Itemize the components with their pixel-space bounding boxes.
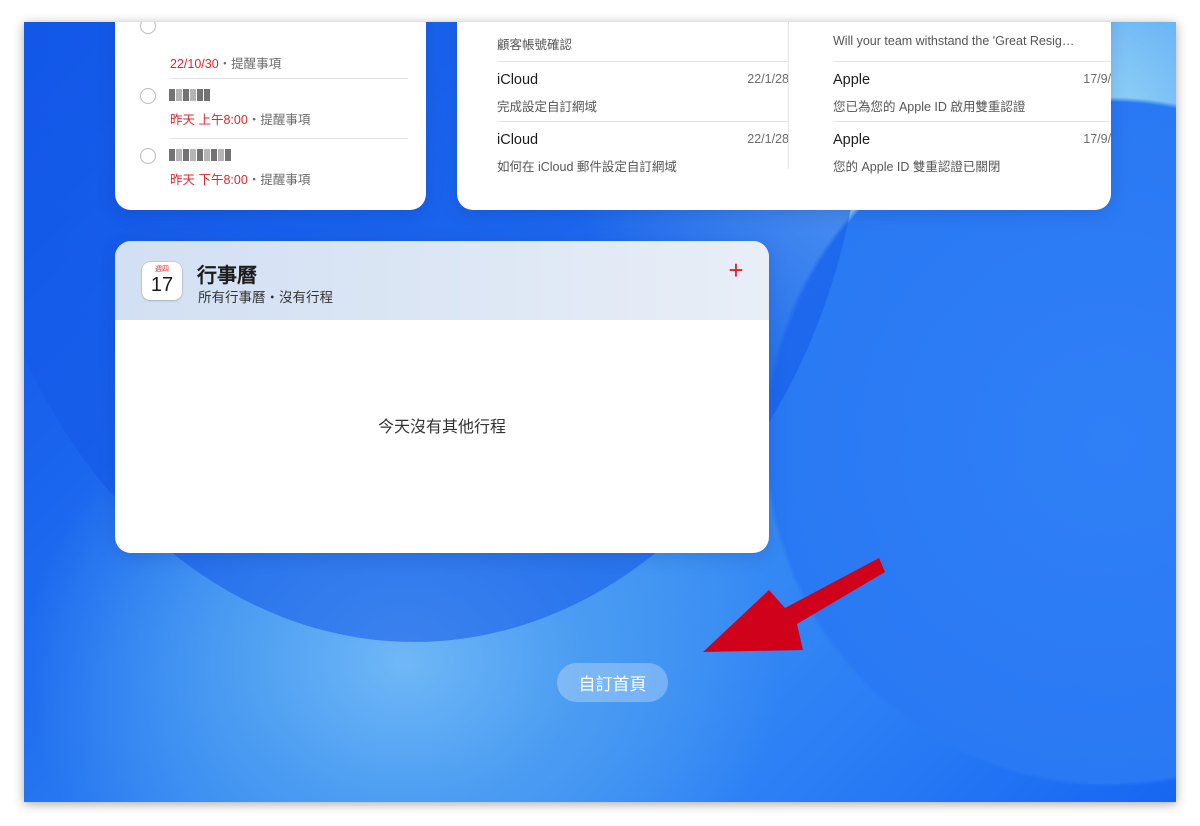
reminder-date: 昨天 上午8:00 — [170, 113, 248, 127]
calendar-app-icon: 週四 17 — [142, 262, 182, 300]
reminders-widget[interactable]: 22/10/30・提醒事項 昨天 上午8:00・提醒事項 昨天 下午8:00・提… — [115, 22, 426, 210]
reminder-meta: 22/10/30・提醒事項 — [170, 53, 281, 72]
reminder-list: ・提醒事項 — [247, 113, 311, 127]
reminder-list: ・提醒事項 — [218, 57, 282, 71]
customize-home-button[interactable]: 自訂首頁 — [557, 663, 668, 702]
mail-subject: 完成設定自訂網域 — [497, 100, 598, 114]
mail-subject[interactable]: Will your team withstand the 'Great Resi… — [833, 34, 1111, 48]
calendar-empty-message: 今天沒有其他行程 — [377, 419, 506, 436]
mail-sender: iCloud — [497, 132, 539, 148]
divider — [833, 61, 1111, 62]
reminder-item[interactable]: 昨天 下午8:00・提醒事項 — [115, 148, 426, 208]
calendar-title: 行事曆 — [197, 265, 257, 287]
reminder-list: ・提醒事項 — [247, 173, 311, 187]
mail-subject[interactable]: 顧客帳號確認 — [497, 34, 789, 53]
calendar-icon-day: 17 — [150, 274, 174, 296]
mail-widget[interactable]: 顧客帳號確認 iCloud 22/1/28 完成設定自訂網域 iCloud 22… — [457, 22, 1111, 210]
reminder-meta: 昨天 上午8:00・提醒事項 — [170, 109, 310, 128]
reminder-checkbox[interactable] — [140, 148, 156, 164]
mail-sender: iCloud — [497, 72, 539, 88]
mail-item[interactable]: iCloud 22/1/28 如何在 iCloud 郵件設定自訂網域 — [497, 123, 789, 181]
mail-date: 22/1/28 — [747, 132, 789, 146]
red-arrow-annotation — [703, 558, 885, 652]
reminder-checkbox[interactable] — [140, 22, 156, 34]
divider — [833, 121, 1111, 122]
reminder-title-redacted — [169, 89, 213, 103]
add-event-button[interactable]: + — [725, 257, 747, 283]
icloud-home-screen: 22/10/30・提醒事項 昨天 上午8:00・提醒事項 昨天 下午8:00・提… — [24, 22, 1176, 802]
mail-item[interactable]: Apple 17/9/13 您的 Apple ID 雙重認證已關閉 — [833, 123, 1111, 181]
mail-subject: 您的 Apple ID 雙重認證已關閉 — [833, 160, 1001, 174]
calendar-widget[interactable]: 週四 17 行事曆 所有行事曆・沒有行程 + 今天沒有其他行程 — [115, 241, 769, 553]
mail-item[interactable]: iCloud 22/1/28 完成設定自訂網域 — [497, 63, 789, 121]
mail-date: 17/9/14 — [1083, 72, 1111, 86]
mail-sender: Apple — [833, 132, 871, 148]
calendar-subtitle: 所有行事曆・沒有行程 — [198, 290, 333, 305]
mail-item[interactable]: Apple 17/9/14 您已為您的 Apple ID 啟用雙重認證 — [833, 63, 1111, 121]
reminder-checkbox[interactable] — [140, 88, 156, 104]
divider — [169, 78, 408, 79]
reminder-title-redacted — [169, 149, 239, 163]
calendar-icon-weekday: 週四 — [155, 266, 169, 273]
mail-date: 17/9/13 — [1083, 132, 1111, 146]
mail-date: 22/1/28 — [747, 72, 789, 86]
mail-subject: 如何在 iCloud 郵件設定自訂網域 — [497, 160, 677, 174]
divider — [169, 138, 408, 139]
mail-subject: 您已為您的 Apple ID 啟用雙重認證 — [833, 100, 1026, 114]
calendar-header: 週四 17 行事曆 所有行事曆・沒有行程 + — [115, 241, 769, 320]
divider — [497, 121, 789, 122]
mail-sender: Apple — [833, 72, 871, 88]
reminder-meta: 昨天 下午8:00・提醒事項 — [170, 169, 310, 188]
reminder-item[interactable]: 22/10/30・提醒事項 — [115, 22, 426, 80]
column-divider — [788, 22, 789, 169]
divider — [497, 61, 789, 62]
reminder-date: 昨天 下午8:00 — [170, 173, 248, 187]
reminder-item[interactable]: 昨天 上午8:00・提醒事項 — [115, 88, 426, 148]
reminder-date: 22/10/30 — [170, 57, 219, 71]
